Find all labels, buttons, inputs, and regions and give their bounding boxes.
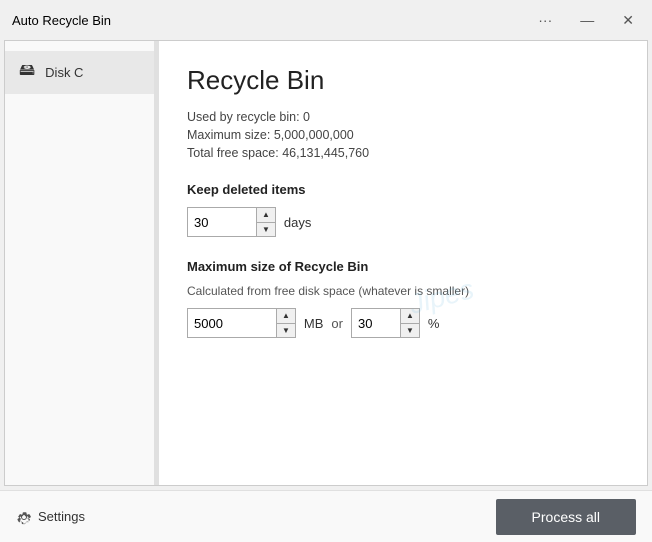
keep-deleted-section: Keep deleted items ▲ ▼ days — [187, 182, 619, 237]
footer: Settings Process all — [0, 490, 652, 542]
keep-deleted-unit: days — [284, 215, 311, 230]
keep-deleted-input[interactable] — [188, 208, 256, 236]
sidebar-item-label: Disk C — [45, 65, 83, 80]
app-body: 🖴 Disk C Recycle Bin Used by recycle bin… — [4, 40, 648, 486]
disk-icon: 🖴 — [19, 59, 35, 86]
app-body-container: 🖴 Disk C Recycle Bin Used by recycle bin… — [0, 40, 652, 542]
close-button[interactable]: ✕ — [616, 10, 640, 31]
mb-spinner[interactable]: ▲ ▼ — [187, 308, 296, 338]
settings-button[interactable]: Settings — [16, 509, 85, 525]
percent-spinner-buttons: ▲ ▼ — [400, 309, 419, 337]
mb-up-button[interactable]: ▲ — [277, 309, 295, 323]
mb-spinner-buttons: ▲ ▼ — [276, 309, 295, 337]
percent-spinner[interactable]: ▲ ▼ — [351, 308, 420, 338]
percent-input[interactable] — [352, 309, 400, 337]
info-line-used: Used by recycle bin: 0 — [187, 110, 619, 124]
mb-unit: MB — [304, 316, 324, 331]
keep-deleted-up-button[interactable]: ▲ — [257, 208, 275, 222]
info-line-max: Maximum size: 5,000,000,000 — [187, 128, 619, 142]
window-controls: ··· — ✕ — [532, 10, 640, 31]
sidebar: 🖴 Disk C — [5, 41, 155, 485]
keep-deleted-spinner-buttons: ▲ ▼ — [256, 208, 275, 236]
page-title: Recycle Bin — [187, 65, 619, 96]
max-size-desc: Calculated from free disk space (whateve… — [187, 284, 619, 298]
settings-label: Settings — [38, 509, 85, 524]
main-panel: Recycle Bin Used by recycle bin: 0 Maxim… — [159, 41, 647, 485]
keep-deleted-down-button[interactable]: ▼ — [257, 222, 275, 236]
sidebar-item-disk-c[interactable]: 🖴 Disk C — [5, 51, 154, 94]
title-bar: Auto Recycle Bin ··· — ✕ — [0, 0, 652, 40]
percent-down-button[interactable]: ▼ — [401, 323, 419, 337]
percent-up-button[interactable]: ▲ — [401, 309, 419, 323]
keep-deleted-label: Keep deleted items — [187, 182, 619, 197]
percent-unit: % — [428, 316, 440, 331]
max-size-spinner-group: ▲ ▼ MB or ▲ ▼ % — [187, 308, 619, 338]
info-line-free: Total free space: 46,131,445,760 — [187, 146, 619, 160]
or-label: or — [331, 316, 343, 331]
app-title: Auto Recycle Bin — [12, 13, 111, 28]
more-button[interactable]: ··· — [532, 10, 558, 30]
max-size-label: Maximum size of Recycle Bin — [187, 259, 619, 274]
keep-deleted-spinner[interactable]: ▲ ▼ — [187, 207, 276, 237]
max-size-section: Maximum size of Recycle Bin Calculated f… — [187, 259, 619, 338]
keep-deleted-spinner-group: ▲ ▼ days — [187, 207, 619, 237]
process-all-button[interactable]: Process all — [496, 499, 636, 535]
mb-input[interactable] — [188, 309, 276, 337]
mb-down-button[interactable]: ▼ — [277, 323, 295, 337]
minimize-button[interactable]: — — [574, 10, 600, 30]
gear-icon — [16, 509, 32, 525]
